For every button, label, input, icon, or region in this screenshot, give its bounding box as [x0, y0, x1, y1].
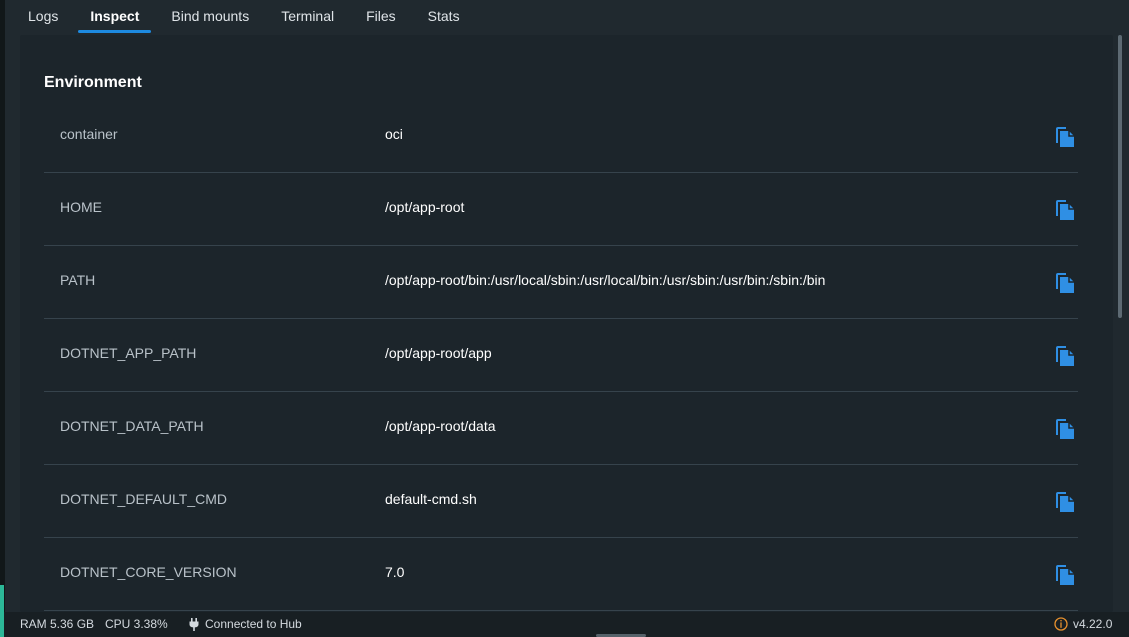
copy-icon[interactable]	[1054, 198, 1076, 222]
env-value: 7.0	[385, 564, 405, 580]
inspect-panel: Environment container oci HOME/opt/app-roo…	[20, 35, 1113, 612]
hub-status[interactable]: Connected to Hub	[205, 617, 302, 631]
scrollbar-thumb[interactable]	[1118, 35, 1122, 318]
info-circle-icon[interactable]	[1054, 617, 1068, 631]
tab-bar: Logs Inspect Bind mounts Terminal Files …	[12, 0, 476, 34]
ram-usage: RAM 5.36 GB	[20, 617, 95, 631]
env-row: HOME/opt/app-root	[44, 173, 1078, 246]
env-value: /opt/app-root/app	[385, 345, 492, 361]
status-accent-bar	[0, 612, 4, 637]
env-row: container oci	[44, 100, 1078, 173]
env-value: oci	[385, 126, 403, 142]
env-key: DOTNET_DATA_PATH	[60, 418, 204, 434]
env-key: PATH	[60, 272, 96, 288]
tab-logs[interactable]: Logs	[12, 0, 74, 34]
environment-list: container oci HOME/opt/app-root PATH/opt/ap…	[44, 100, 1078, 611]
tab-inspect[interactable]: Inspect	[74, 0, 155, 34]
env-row: PATH/opt/app-root/bin:/usr/local/sbin:/u…	[44, 246, 1078, 319]
left-edge	[0, 0, 5, 612]
copy-icon[interactable]	[1054, 125, 1076, 149]
env-key: DOTNET_APP_PATH	[60, 345, 197, 361]
env-value: /opt/app-root	[385, 199, 465, 215]
copy-icon[interactable]	[1054, 271, 1076, 295]
scrollbar[interactable]	[1117, 35, 1123, 612]
env-key: container	[60, 126, 118, 142]
status-bar: RAM 5.36 GB CPU 3.38% Connected to Hub v…	[0, 612, 1129, 637]
env-value: /opt/app-root/data	[385, 418, 496, 434]
copy-icon[interactable]	[1054, 344, 1076, 368]
env-row: DOTNET_APP_PATH/opt/app-root/app	[44, 319, 1078, 392]
tab-terminal[interactable]: Terminal	[265, 0, 350, 34]
tab-bind-mounts[interactable]: Bind mounts	[155, 0, 265, 34]
env-value: default-cmd.sh	[385, 491, 477, 507]
tab-files[interactable]: Files	[350, 0, 412, 34]
env-row: DOTNET_DEFAULT_CMD default-cmd.sh	[44, 465, 1078, 538]
left-accent-bar	[0, 585, 4, 612]
env-row: DOTNET_CORE_VERSION 7.0	[44, 538, 1078, 611]
copy-icon[interactable]	[1054, 563, 1076, 587]
env-key: DOTNET_CORE_VERSION	[60, 564, 237, 580]
env-key: DOTNET_DEFAULT_CMD	[60, 491, 227, 507]
cpu-usage: CPU 3.38%	[105, 617, 168, 631]
app-version: v4.22.0	[1073, 617, 1113, 631]
plug-icon	[189, 618, 199, 631]
section-title: Environment	[44, 74, 142, 91]
env-value: /opt/app-root/bin:/usr/local/sbin:/usr/l…	[385, 272, 826, 288]
env-key: HOME	[60, 199, 102, 215]
tab-stats[interactable]: Stats	[412, 0, 476, 34]
copy-icon[interactable]	[1054, 490, 1076, 514]
copy-icon[interactable]	[1054, 417, 1076, 441]
env-row: DOTNET_DATA_PATH/opt/app-root/data	[44, 392, 1078, 465]
